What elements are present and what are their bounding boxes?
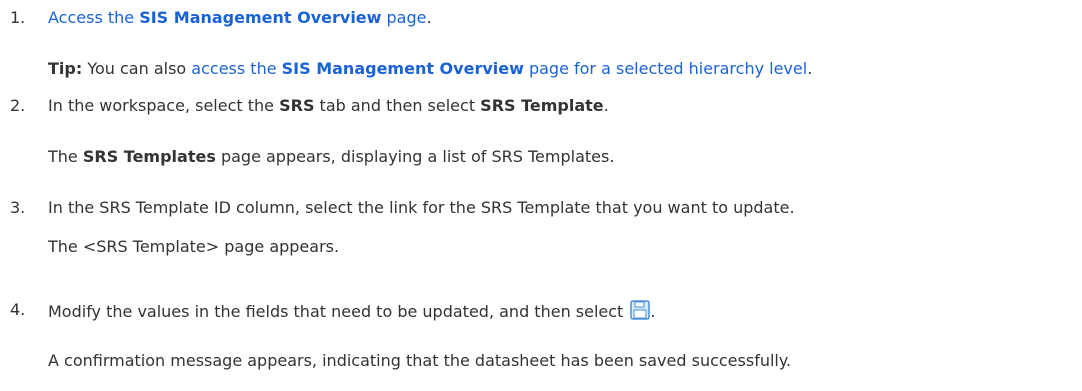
step-3-result-text: The <SRS Template> page appears. (48, 237, 340, 256)
step-2-result-rest: page appears, displaying a list of SRS T… (215, 147, 615, 166)
step-2-text-b: tab and then select (314, 96, 481, 115)
tip-period: . (807, 59, 813, 78)
tip-text-pre: You can also (82, 59, 192, 78)
step-2-result-text: The SRS Templates page appears, displayi… (48, 147, 614, 167)
save-icon (630, 300, 651, 320)
tip-link-post: page for a selected hierarchy level (523, 59, 808, 78)
tip-link-bold: SIS Management Overview (281, 59, 524, 78)
step-4-text-main: Modify the values in the fields that nee… (48, 302, 629, 321)
step-1-number: 1. (10, 8, 26, 27)
step-1-period: . (426, 8, 432, 27)
step-1-text: Access the SIS Management Overview page. (48, 8, 432, 28)
srs-templates-page-name: SRS Templates (82, 147, 216, 166)
srs-template-name: SRS Template (480, 96, 604, 115)
step-4-number: 4. (10, 300, 26, 319)
step-2-text-a: In the workspace, select the (48, 96, 280, 115)
step-4-period: . (650, 302, 656, 321)
sis-overview-link[interactable]: Access the SIS Management Overview page (48, 8, 426, 27)
tip-text: Tip: You can also access the SIS Managem… (48, 59, 812, 79)
sis-overview-link-bold: SIS Management Overview (139, 8, 382, 27)
tip-link-pre: access the (191, 59, 282, 78)
tip-label: Tip: (48, 59, 83, 78)
step-4-text: Modify the values in the fields that nee… (48, 300, 656, 322)
step-3-text: In the SRS Template ID column, select th… (48, 198, 795, 217)
step-4-result-text: A confirmation message appears, indicati… (48, 351, 792, 370)
sis-overview-hierarchy-link[interactable]: access the SIS Management Overview page … (191, 59, 807, 78)
sis-overview-link-pre: Access the (48, 8, 140, 27)
srs-tab-name: SRS (279, 96, 315, 115)
step-2-text: In the workspace, select the SRS tab and… (48, 96, 609, 116)
step-3-number: 3. (10, 198, 26, 217)
step-2-number: 2. (10, 96, 26, 115)
sis-overview-link-post: page (381, 8, 427, 27)
step-2-text-c: . (603, 96, 609, 115)
step-2-result-pre: The (48, 147, 83, 166)
